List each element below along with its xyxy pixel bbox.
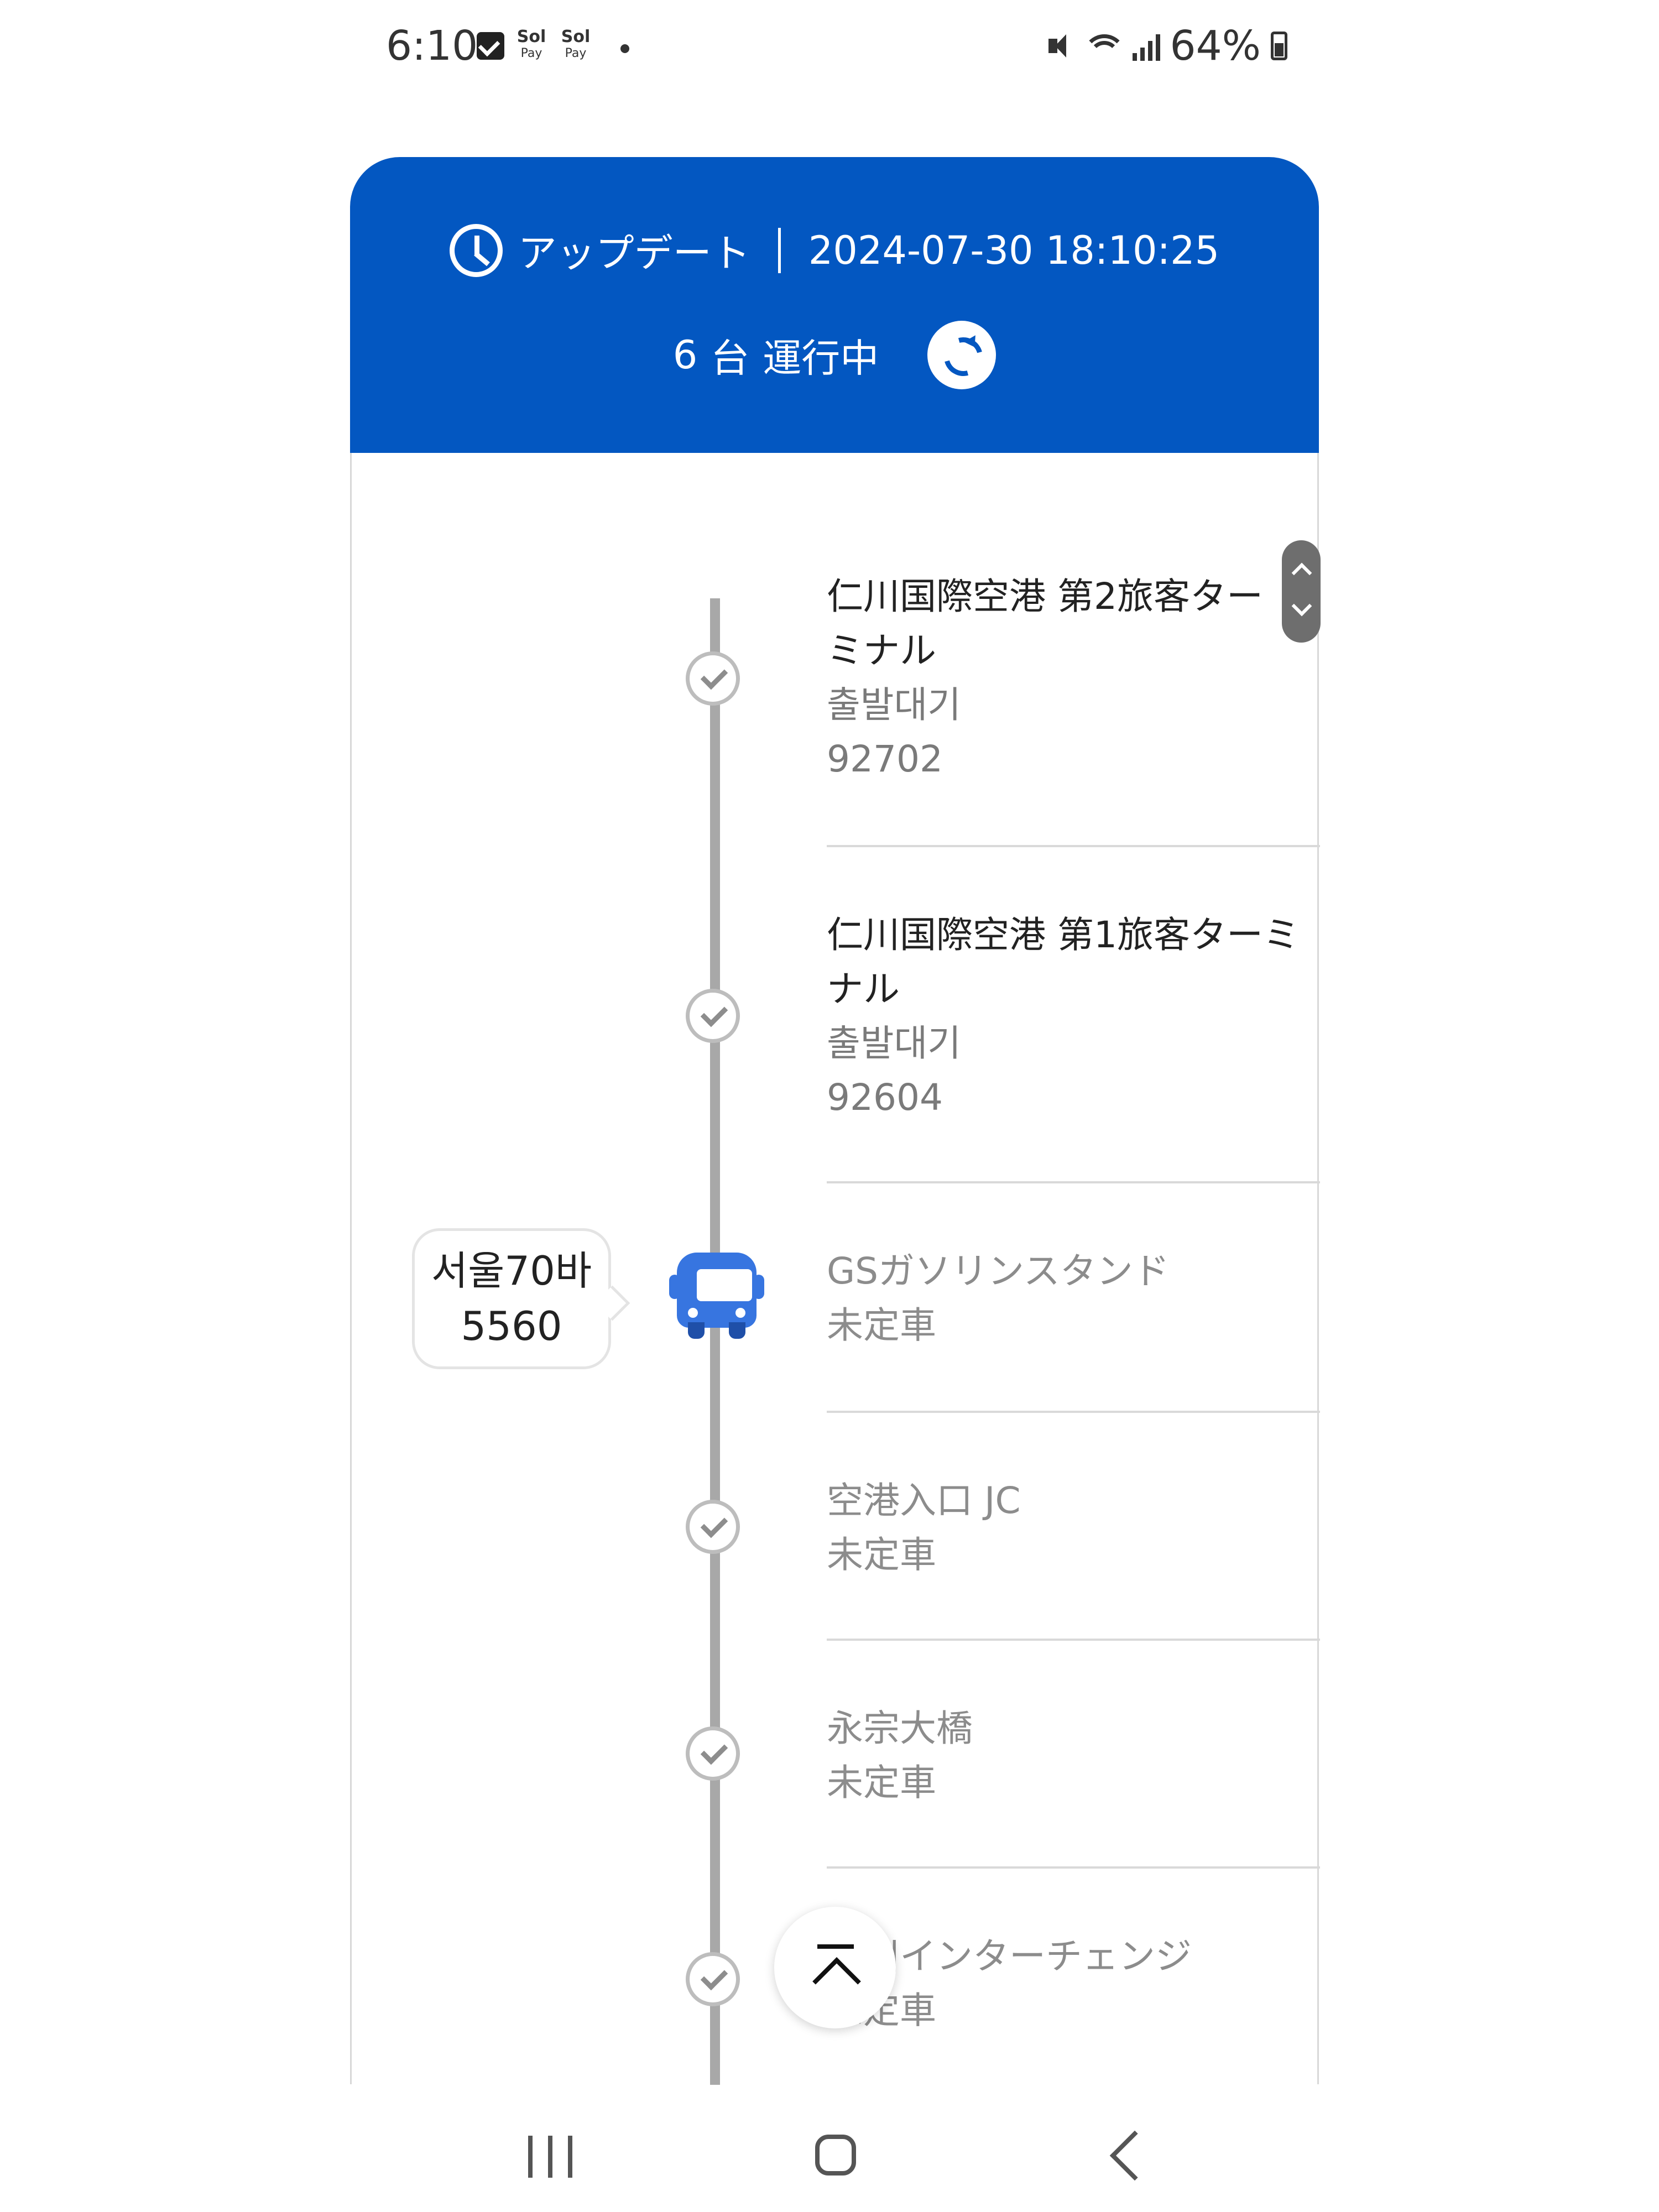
stop-item[interactable]: 仁川国際空港 第1旅客ターミナル 출발대기 92604 <box>827 847 1320 1183</box>
stop-name: 仁川インターチェンジ <box>827 1935 1192 1978</box>
stop-item[interactable]: 空港入口 JC 未定車 <box>827 1413 1320 1641</box>
stop-passed-check-icon <box>686 989 740 1043</box>
system-nav-bar <box>0 2085 1659 2212</box>
stop-number: 92702 <box>827 738 943 780</box>
status-bar: 6:10 Sol Pay Sol Pay 64% <box>0 0 1659 100</box>
bus-plate-line1: 서울70바 <box>431 1248 592 1294</box>
stop-item[interactable]: GSガソリンスタンド 未定車 <box>827 1183 1320 1413</box>
update-row: アップデート 2024-07-30 18:10:25 <box>350 222 1319 278</box>
sol-pay-notification-icon-2: Sol Pay <box>561 27 591 61</box>
stop-name: 永宗大橋 <box>827 1707 973 1750</box>
recent-apps-icon[interactable] <box>528 2136 572 2178</box>
stop-name: 仁川国際空港 第2旅客ターミナル <box>827 575 1263 672</box>
sol-pay-notification-icon: Sol Pay <box>517 27 546 61</box>
scroll-handle[interactable] <box>1282 540 1321 643</box>
wifi-icon <box>1086 31 1123 61</box>
stop-name: 仁川国際空港 第1旅客ターミナル <box>827 914 1300 1010</box>
stop-passed-check-icon <box>686 1952 740 2006</box>
update-header: アップデート 2024-07-30 18:10:25 6 台 運行中 <box>350 157 1319 453</box>
stop-item[interactable]: 仁川インターチェンジ 未定車 <box>827 1869 1320 2085</box>
route-timeline-line <box>710 598 720 2085</box>
status-right: 64% <box>1046 22 1287 70</box>
stop-passed-check-icon <box>686 651 740 706</box>
stop-number: 92604 <box>827 1076 943 1119</box>
bus-icon[interactable] <box>669 1253 764 1339</box>
back-icon[interactable] <box>1109 2130 1160 2181</box>
bus-plate-label[interactable]: 서울70바 5560 <box>412 1228 611 1369</box>
signal-icon <box>1132 31 1160 61</box>
running-count-unit: 台 <box>711 335 750 381</box>
stop-item[interactable]: 永宗大橋 未定車 <box>827 1641 1320 1869</box>
stop-status: 출발대기 <box>827 684 961 726</box>
update-label: アップデート <box>518 231 750 276</box>
stop-status: 未定車 <box>827 1761 936 1804</box>
clock-icon <box>449 223 503 277</box>
stop-status: 출발대기 <box>827 1022 961 1065</box>
stop-passed-check-icon <box>686 1726 740 1781</box>
header-divider <box>778 227 781 273</box>
stop-item[interactable]: 仁川国際空港 第2旅客ターミナル 출발대기 92702 <box>827 564 1320 847</box>
stop-status: 未定車 <box>827 1304 936 1347</box>
checkbox-notification-icon <box>477 32 504 60</box>
stop-status: 未定車 <box>827 1533 936 1576</box>
running-count: 6 <box>672 332 698 378</box>
home-icon[interactable] <box>815 2135 856 2176</box>
bus-plate-line2: 5560 <box>461 1303 562 1349</box>
stop-name: 空港入口 JC <box>827 1479 1021 1522</box>
battery-icon <box>1271 32 1287 60</box>
scroll-to-top-button[interactable] <box>774 1907 896 2028</box>
running-label: 運行中 <box>763 335 879 381</box>
stop-status: 未定車 <box>827 1989 936 2032</box>
status-time: 6:10 <box>386 22 478 70</box>
refresh-button[interactable] <box>927 321 997 389</box>
stop-name: GSガソリンスタンド <box>827 1250 1170 1292</box>
battery-percent: 64% <box>1170 22 1261 70</box>
running-row: 6 台 運行中 <box>350 321 1319 389</box>
mute-icon <box>1046 31 1076 61</box>
update-timestamp: 2024-07-30 18:10:25 <box>808 227 1220 273</box>
more-notifications-dot-icon <box>620 44 629 53</box>
stop-passed-check-icon <box>686 1500 740 1554</box>
